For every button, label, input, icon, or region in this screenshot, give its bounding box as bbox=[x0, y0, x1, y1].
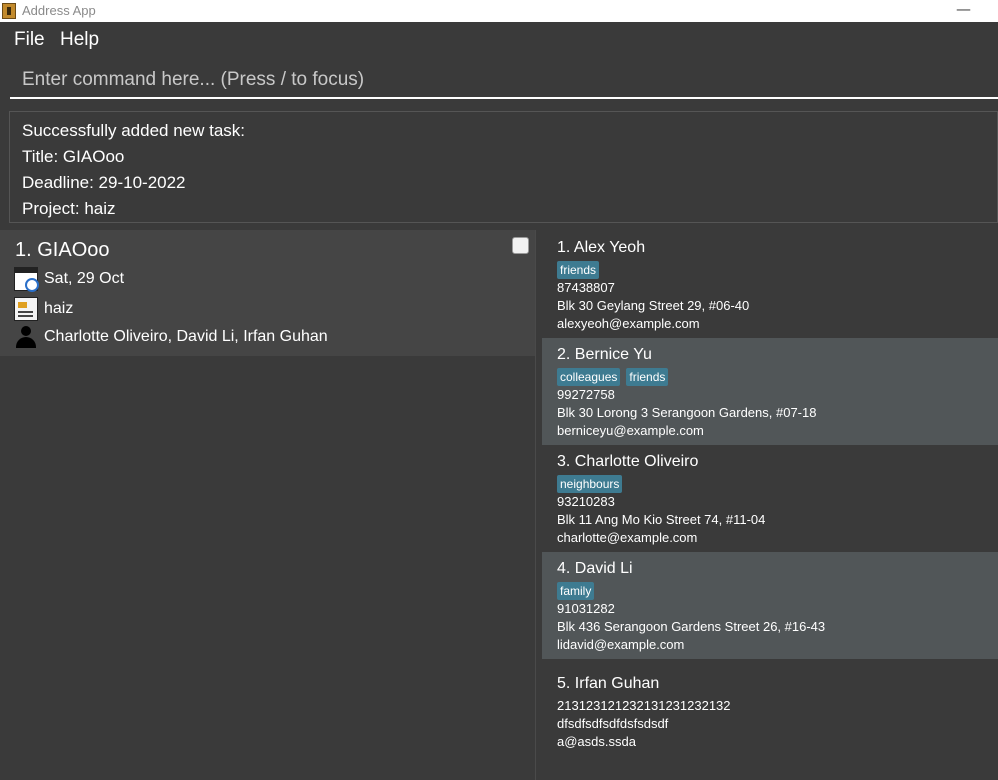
menu-file[interactable]: File bbox=[14, 29, 45, 51]
person-card[interactable]: 5. Irfan Guhan 21312312123213123123213​2… bbox=[542, 659, 998, 765]
task-members: Charlotte Oliveiro, David Li, Irfan Guha… bbox=[44, 328, 328, 345]
window-titlebar: Address App — bbox=[0, 0, 998, 22]
person-tags: friends bbox=[557, 261, 600, 279]
result-line: Project: haiz bbox=[22, 199, 116, 218]
task-title: 1. GIAOoo bbox=[15, 239, 110, 261]
person-email: alexyeoh@example.com bbox=[557, 316, 700, 331]
person-card[interactable]: 4. David Li family 91031282 Blk 436 Sera… bbox=[542, 552, 998, 659]
task-deadline-row: Sat, 29 Oct bbox=[14, 266, 124, 292]
person-tags: neighbours bbox=[557, 475, 623, 493]
person-phone: 93210283 bbox=[557, 494, 615, 509]
window-title: Address App bbox=[22, 3, 96, 18]
person-name: 1. Alex Yeoh bbox=[557, 239, 646, 256]
person-tags: family bbox=[557, 582, 595, 600]
person-address: dfsdfsdfsdfdsfsdsdf bbox=[557, 716, 669, 731]
person-address: Blk 30 Lorong 3 Serangoon Gardens, #07-1… bbox=[557, 405, 817, 420]
person-card[interactable]: 2. Bernice Yu colleagues friends 9927275… bbox=[542, 338, 998, 445]
person-address: Blk 30 Geylang Street 29, #06-40 bbox=[557, 298, 750, 313]
task-members-row: Charlotte Oliveiro, David Li, Irfan Guha… bbox=[14, 324, 328, 350]
person-address: Blk 436 Serangoon Gardens Street 26, #16… bbox=[557, 619, 826, 634]
task-project-row: haiz bbox=[14, 296, 73, 322]
person-card[interactable]: 3. Charlotte Oliveiro neighbours 9321028… bbox=[542, 445, 998, 552]
person-phone: 21312312123213123123213​2 bbox=[557, 698, 731, 713]
person-phone: 91031282 bbox=[557, 601, 615, 616]
person-card[interactable]: 1. Alex Yeoh friends 87438807 Blk 30 Gey… bbox=[542, 230, 998, 338]
task-deadline: Sat, 29 Oct bbox=[44, 270, 125, 287]
tag: neighbours bbox=[557, 475, 623, 493]
command-input[interactable] bbox=[10, 62, 998, 97]
result-line: Successfully added new task: bbox=[22, 121, 246, 140]
command-box bbox=[10, 62, 998, 99]
calendar-icon bbox=[14, 267, 39, 292]
app-icon bbox=[2, 3, 16, 19]
person-tags: colleagues friends bbox=[557, 368, 669, 386]
person-email: lidavid@example.com bbox=[557, 637, 685, 652]
person-list-panel: 1. Alex Yeoh friends 87438807 Blk 30 Gey… bbox=[542, 230, 998, 780]
person-name: 3. Charlotte Oliveiro bbox=[557, 453, 699, 470]
menu-help[interactable]: Help bbox=[60, 29, 99, 51]
project-icon bbox=[14, 297, 38, 321]
person-email: a@asds.ssda bbox=[557, 734, 636, 749]
person-address: Blk 11 Ang Mo Kio Street 74, #11-04 bbox=[557, 512, 766, 527]
result-line: Title: GIAOoo bbox=[22, 147, 125, 166]
task-list-panel: 1. GIAOoo Sat, 29 Oct haiz Charlotte Oli… bbox=[0, 230, 535, 780]
tag: family bbox=[557, 582, 595, 600]
person-name: 5. Irfan Guhan bbox=[557, 675, 660, 692]
person-icon bbox=[14, 325, 38, 349]
tag: colleagues bbox=[557, 368, 621, 386]
tag: friends bbox=[626, 368, 669, 386]
task-done-checkbox[interactable] bbox=[512, 237, 529, 254]
task-card[interactable]: 1. GIAOoo Sat, 29 Oct haiz Charlotte Oli… bbox=[0, 230, 535, 356]
minimize-button[interactable]: — bbox=[956, 0, 971, 20]
person-name: 2. Bernice Yu bbox=[557, 346, 652, 363]
panel-divider[interactable] bbox=[535, 230, 542, 780]
menu-bar: File Help bbox=[0, 22, 998, 58]
tag: friends bbox=[557, 261, 600, 279]
task-project: haiz bbox=[44, 300, 74, 317]
person-phone: 87438807 bbox=[557, 280, 615, 295]
person-email: berniceyu@example.com bbox=[557, 423, 704, 438]
person-name: 4. David Li bbox=[557, 560, 633, 577]
result-line: Deadline: 29-10-2022 bbox=[22, 173, 186, 192]
person-email: charlotte@example.com bbox=[557, 530, 698, 545]
result-display: Successfully added new task: Title: GIAO… bbox=[9, 111, 998, 223]
person-phone: 99272758 bbox=[557, 387, 615, 402]
